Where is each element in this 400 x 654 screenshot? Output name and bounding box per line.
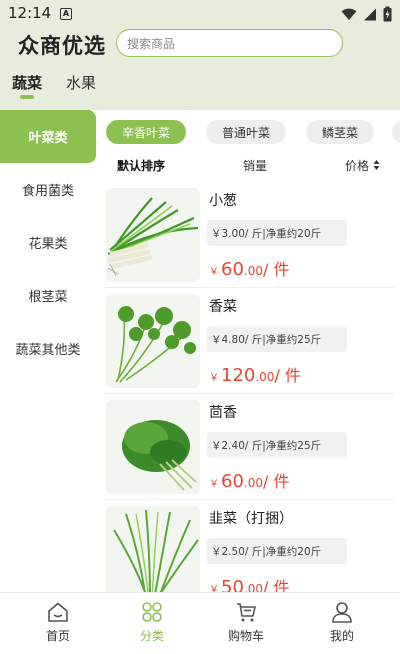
price-integer: 120 (221, 365, 256, 386)
sort-price-label: 价格 (345, 159, 370, 173)
price-decimal: .00 (243, 476, 263, 490)
product-item[interactable]: 香菜 ￥4.80/ 斤|净重约25斤 ￥ 120 .00 / 件 (104, 288, 394, 394)
product-image-green-onion[interactable] (106, 188, 200, 282)
sort-arrows-icon (373, 160, 380, 170)
product-item[interactable]: 茴香 ￥2.40/ 斤|净重约25斤 ￥ 60 .00 / 件 (104, 394, 394, 500)
wifi-icon (341, 8, 357, 20)
subcat-chip-common[interactable]: 普通叶菜 (206, 120, 286, 144)
product-price: ￥ 60 .00 / 件 (209, 256, 289, 280)
nav-cart-label: 购物车 (227, 629, 264, 643)
price-currency: ￥ (209, 585, 219, 592)
product-name: 韭菜（打捆） (209, 511, 293, 527)
product-price: ￥ 50 .00 / 件 (209, 574, 289, 592)
home-icon (48, 602, 68, 622)
tab-vegetables[interactable]: 蔬菜 (12, 72, 42, 93)
product-image-coriander[interactable] (106, 294, 200, 388)
search-placeholder: 搜索商品 (127, 36, 176, 51)
status-time: 12:14 (8, 4, 52, 22)
nav-category-label: 分类 (139, 629, 164, 643)
tab-fruits[interactable]: 水果 (66, 72, 96, 93)
nav-home[interactable]: 首页 (8, 593, 108, 654)
sidebar-item-flower-fruit[interactable]: 花果类 (0, 216, 96, 269)
app-title: 众商优选 (18, 34, 106, 58)
sidebar-item-root[interactable]: 根茎菜 (0, 269, 96, 322)
price-unit: / 件 (263, 578, 290, 592)
user-icon (332, 602, 352, 623)
product-image-fennel[interactable] (106, 400, 200, 494)
bottom-nav: 首页 分类 购物车 我的 (0, 592, 400, 654)
top-tabs: 蔬菜 水果 (0, 68, 400, 108)
subcat-chip-more[interactable] (392, 120, 400, 144)
tab-active-indicator (20, 95, 34, 99)
category-sidebar: 叶菜类 食用菌类 花果类 根茎菜 蔬菜其他类 (0, 110, 96, 592)
sort-sales[interactable]: 销量 (243, 157, 267, 174)
product-list: 小葱 ￥3.00/ 斤|净重约20斤 ￥ 60 .00 / 件 香菜 ￥4.80… (104, 182, 400, 592)
notification-icon: A (60, 8, 72, 20)
nav-profile[interactable]: 我的 (292, 593, 392, 654)
product-image-chives[interactable] (106, 506, 200, 592)
price-currency: ￥ (209, 479, 219, 490)
product-spec: ￥2.50/ 斤|净重约20斤 (207, 538, 347, 564)
price-unit: / 件 (274, 366, 301, 385)
nav-cart[interactable]: 购物车 (196, 593, 296, 654)
price-decimal: .00 (255, 370, 275, 384)
sort-price[interactable]: 价格 (345, 157, 380, 174)
category-icon (142, 602, 162, 622)
nav-category[interactable]: 分类 (102, 593, 202, 654)
sidebar-item-leafy[interactable]: 叶菜类 (0, 110, 96, 163)
product-name: 小葱 (209, 193, 237, 209)
status-bar: 12:14 A (0, 0, 400, 28)
price-decimal: .00 (243, 582, 263, 592)
product-spec: ￥3.00/ 斤|净重约20斤 (207, 220, 347, 246)
price-currency: ￥ (209, 373, 219, 384)
product-spec: ￥2.40/ 斤|净重约25斤 (207, 432, 347, 458)
product-spec: ￥4.80/ 斤|净重约25斤 (207, 326, 347, 352)
sort-default[interactable]: 默认排序 (117, 157, 165, 174)
price-integer: 60 (221, 471, 244, 492)
price-decimal: .00 (243, 264, 263, 278)
product-name: 香菜 (209, 299, 237, 315)
status-icons (341, 6, 392, 22)
product-item[interactable]: 小葱 ￥3.00/ 斤|净重约20斤 ￥ 60 .00 / 件 (104, 182, 394, 288)
sidebar-item-other[interactable]: 蔬菜其他类 (0, 322, 96, 375)
cart-icon (237, 603, 256, 622)
sidebar-item-mushroom[interactable]: 食用菌类 (0, 163, 96, 216)
product-price: ￥ 60 .00 / 件 (209, 468, 289, 492)
nav-home-label: 首页 (45, 629, 70, 643)
product-name: 茴香 (209, 405, 237, 421)
battery-icon (383, 6, 392, 22)
signal-icon (364, 8, 376, 20)
price-unit: / 件 (263, 472, 290, 491)
subcat-chip-aromatic[interactable]: 辛香叶菜 (106, 120, 186, 144)
subcategory-bar: 辛香叶菜 普通叶菜 鳞茎菜 (104, 118, 400, 148)
sort-bar: 默认排序 销量 价格 (104, 152, 400, 178)
product-item[interactable]: 韭菜（打捆） ￥2.50/ 斤|净重约20斤 ￥ 50 .00 / 件 (104, 500, 394, 592)
header: 12:14 A 众商优选 搜索商品 蔬菜 水果 (0, 0, 400, 110)
price-currency: ￥ (209, 267, 219, 278)
search-input[interactable]: 搜索商品 (116, 29, 343, 57)
product-price: ￥ 120 .00 / 件 (209, 362, 301, 386)
price-integer: 60 (221, 259, 244, 280)
price-integer: 50 (221, 577, 244, 592)
price-unit: / 件 (263, 260, 290, 279)
nav-profile-label: 我的 (329, 629, 354, 643)
subcat-chip-bulb[interactable]: 鳞茎菜 (306, 120, 374, 144)
